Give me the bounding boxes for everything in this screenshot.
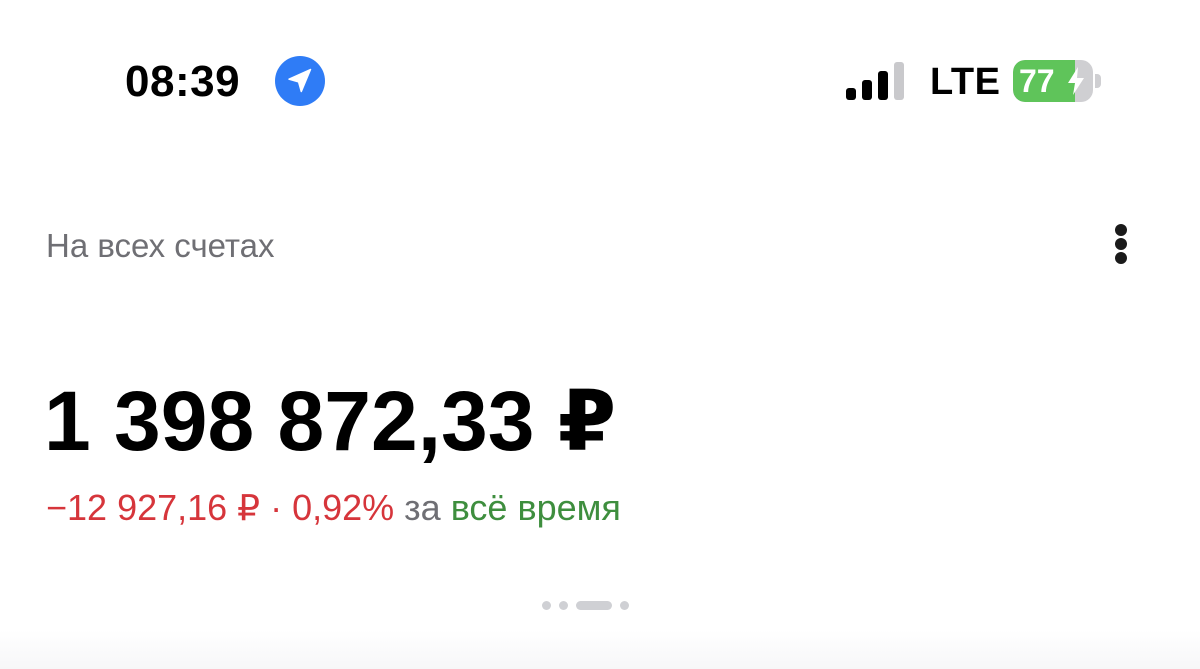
battery-level: 77 — [1019, 63, 1055, 99]
balance-change: −12 927,16 ₽ · 0,92% за всё время — [46, 486, 621, 530]
more-vertical-icon — [1115, 252, 1127, 264]
page-indicator[interactable] — [542, 600, 629, 610]
more-options-button[interactable] — [1098, 214, 1144, 274]
status-time: 08:39 — [125, 57, 241, 106]
battery-indicator: 77 — [1013, 60, 1101, 102]
network-type: LTE — [930, 61, 1001, 103]
page-dot[interactable] — [542, 600, 551, 610]
change-percent: 0,92% — [292, 487, 395, 528]
accounts-title: На всех счетах — [46, 227, 275, 264]
cellular-signal-icon — [846, 62, 904, 100]
change-preposition: за — [394, 487, 451, 528]
page-dot-active[interactable] — [576, 600, 612, 610]
battery-body: 77 — [1013, 60, 1093, 102]
status-bar: 08:39 LTE 77 — [0, 0, 1200, 150]
charging-bolt-icon — [1068, 67, 1084, 95]
battery-tip — [1095, 74, 1101, 88]
page-dot[interactable] — [620, 600, 629, 610]
change-separator: · — [260, 487, 293, 528]
change-amount: −12 927,16 ₽ — [46, 487, 261, 528]
more-vertical-icon — [1115, 238, 1127, 250]
more-vertical-icon — [1115, 224, 1127, 236]
screen: 08:39 LTE 77 На всех счетах 1 398 872,33… — [0, 0, 1200, 669]
page-dot[interactable] — [559, 600, 568, 610]
total-balance: 1 398 872,33 ₽ — [44, 374, 617, 468]
period-selector[interactable]: всё время — [451, 487, 621, 528]
location-arrow-icon — [275, 56, 325, 106]
